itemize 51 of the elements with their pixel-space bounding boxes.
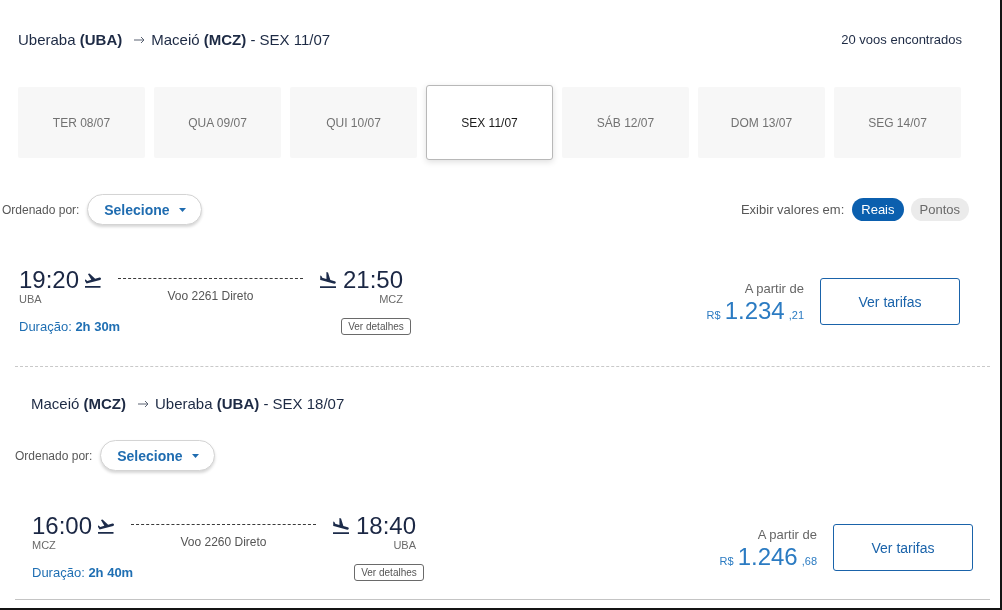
date-tab[interactable]: SÁB 12/07: [562, 87, 689, 158]
arrival-time: 21:50: [342, 267, 403, 293]
destination-and-date: Uberaba (UBA) - SEX 18/07: [155, 394, 345, 414]
sort-label: Ordenado por:: [2, 202, 80, 217]
price-amount: 1.246: [737, 544, 798, 569]
landing-icon: [319, 272, 336, 288]
details-button[interactable]: Ver detalhes: [354, 564, 424, 581]
currency-label: Exibir valores em:: [740, 202, 845, 217]
arrival-airport: UBA: [392, 539, 416, 551]
origin-city: Uberaba (UBA): [18, 30, 123, 50]
details-button[interactable]: Ver detalhes: [341, 318, 411, 335]
price-cents: ,68: [801, 554, 817, 567]
landing-icon: [332, 518, 349, 534]
departure-time: 19:20: [19, 267, 80, 293]
date-tab[interactable]: QUI 10/07: [290, 87, 417, 158]
currency-option[interactable]: Pontos: [910, 198, 969, 221]
results-count: 20 voos encontrados: [841, 31, 962, 49]
sort-label: Ordenado por:: [15, 448, 93, 463]
arrival-airport: MCZ: [378, 293, 403, 305]
origin-city: Maceió (MCZ): [31, 394, 126, 414]
fares-button[interactable]: Ver tarifas: [820, 278, 960, 325]
destination-and-date: Maceió (MCZ) - SEX 11/07: [151, 30, 331, 50]
price-cents: ,21: [788, 308, 804, 321]
flight-info: Voo 2260 Direto: [179, 536, 268, 548]
date-tab[interactable]: SEG 14/07: [834, 87, 961, 158]
date-tab[interactable]: QUA 09/07: [154, 87, 281, 158]
takeoff-icon: [98, 518, 115, 534]
fares-button[interactable]: Ver tarifas: [833, 524, 973, 571]
departure-time: 16:00: [32, 513, 93, 539]
currency-option[interactable]: Reais: [852, 198, 904, 221]
price-label: A partir de: [744, 280, 804, 297]
price-currency: R$: [719, 554, 734, 567]
price-label: A partir de: [757, 526, 817, 543]
price-currency: R$: [706, 308, 721, 321]
flight-info: Voo 2261 Direto: [166, 290, 255, 302]
sort-dropdown[interactable]: Selecione: [100, 440, 216, 471]
departure-airport: MCZ: [32, 539, 57, 551]
price-amount: 1.234: [724, 298, 785, 323]
duration-text: Duração: 2h 30m: [19, 319, 121, 334]
caret-icon: [178, 207, 186, 212]
date-tab[interactable]: DOM 13/07: [698, 87, 825, 158]
arrival-time: 18:40: [355, 513, 416, 539]
caret-icon: [191, 453, 199, 458]
date-tab[interactable]: TER 08/07: [18, 87, 145, 158]
date-tab[interactable]: SEX 11/07: [426, 85, 553, 160]
arrow-icon: [134, 36, 146, 44]
departure-airport: UBA: [19, 293, 43, 305]
takeoff-icon: [85, 272, 102, 288]
duration-text: Duração: 2h 40m: [32, 565, 134, 580]
sort-dropdown[interactable]: Selecione: [87, 194, 203, 225]
arrow-icon: [138, 400, 149, 408]
